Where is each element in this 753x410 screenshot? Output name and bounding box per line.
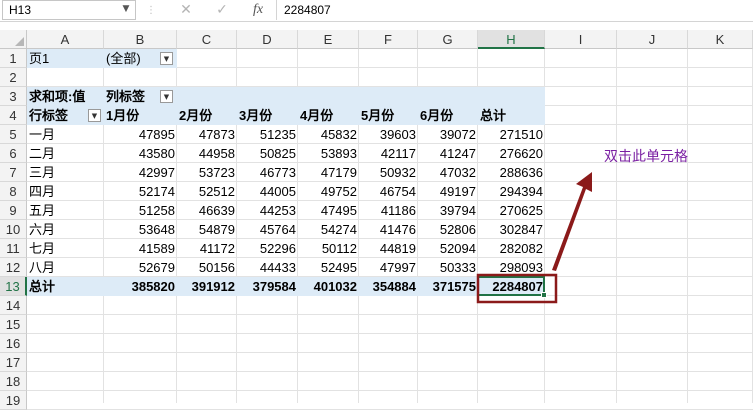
highlight-box <box>476 273 558 304</box>
annotation-text: 双击此单元格 <box>604 149 688 165</box>
annotation-overlay <box>476 172 592 304</box>
annotation-arrow-icon <box>552 172 592 271</box>
